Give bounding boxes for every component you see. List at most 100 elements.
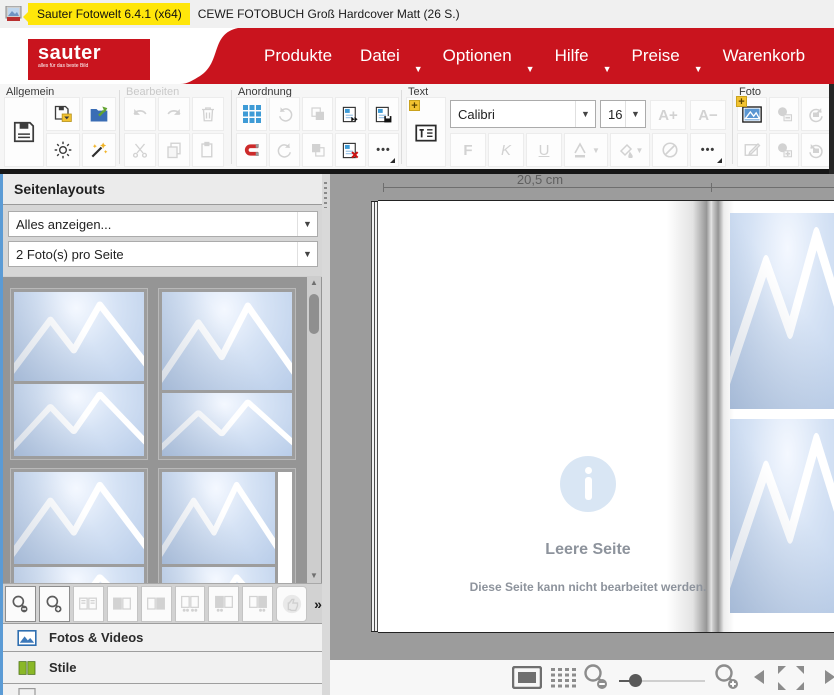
accordion-stile[interactable]: Stile bbox=[0, 651, 322, 683]
menu-datei[interactable]: Datei bbox=[346, 40, 414, 72]
accordion-next-partial[interactable] bbox=[0, 683, 322, 695]
send-to-back-button bbox=[302, 133, 333, 167]
chevron-down-icon: ▼ bbox=[526, 64, 535, 74]
partial-icon bbox=[17, 687, 37, 695]
photo-zoom-in-button bbox=[769, 133, 799, 167]
chevron-down-icon: ▼ bbox=[603, 64, 612, 74]
underline-button: U bbox=[526, 133, 562, 167]
arrangement-more-button[interactable]: ••• bbox=[368, 133, 399, 167]
decrease-font-button: A− bbox=[690, 100, 726, 130]
panel-title: Seitenlayouts bbox=[14, 181, 105, 197]
right-page[interactable] bbox=[718, 200, 834, 633]
layout-filter-left-button bbox=[107, 586, 138, 622]
bold-button: F bbox=[450, 133, 486, 167]
menu-preise[interactable]: Preise bbox=[618, 40, 694, 72]
delete-button bbox=[192, 97, 224, 131]
styles-book-icon bbox=[17, 660, 37, 676]
single-page-view-button[interactable] bbox=[512, 666, 542, 694]
panel-accordion: Fotos & Videos Stile bbox=[0, 623, 322, 695]
app-version-badge: Sauter Fotowelt 6.4.1 (x64) bbox=[28, 3, 190, 25]
grid-toggle-button[interactable] bbox=[236, 97, 267, 131]
layout-filter-both-button bbox=[73, 586, 104, 622]
scroll-up-icon[interactable]: ▲ bbox=[307, 276, 321, 290]
logo-text: sauter bbox=[38, 43, 150, 63]
corner-expand-icon bbox=[390, 158, 395, 163]
accordion-fotos-videos[interactable]: Fotos & Videos bbox=[0, 623, 322, 651]
zoom-slider-knob[interactable] bbox=[629, 674, 642, 687]
font-family-select[interactable]: Calibri ▼ bbox=[450, 100, 596, 128]
plus-badge-icon: + bbox=[736, 96, 747, 107]
photo-placeholder[interactable] bbox=[730, 213, 834, 409]
font-color-button: ▼ bbox=[564, 133, 608, 167]
bring-to-front-button bbox=[302, 97, 333, 131]
cut-button bbox=[124, 133, 156, 167]
add-photo-button[interactable]: + bbox=[737, 97, 767, 131]
remove-layout-button[interactable] bbox=[335, 133, 366, 167]
photo-placeholder bbox=[14, 292, 144, 381]
window-edge bbox=[829, 84, 834, 174]
plus-badge-icon: + bbox=[409, 100, 420, 111]
section-label: Allgemein bbox=[4, 84, 116, 97]
layout-thumbnail[interactable] bbox=[158, 468, 296, 583]
layout-pages-both-button bbox=[175, 586, 206, 622]
scrollbar-thumb[interactable] bbox=[309, 294, 319, 334]
layout-thumbnail[interactable] bbox=[10, 288, 148, 460]
assistant-wand-button[interactable] bbox=[82, 133, 116, 167]
grid-view-button[interactable] bbox=[551, 668, 577, 693]
panel-accent-line bbox=[0, 174, 3, 695]
app-window: Sauter Fotowelt 6.4.1 (x64) CEWE FOTOBUC… bbox=[0, 0, 834, 695]
font-size-select[interactable]: 16 ▼ bbox=[600, 100, 646, 128]
save-as-button[interactable] bbox=[46, 97, 80, 131]
titlebar: Sauter Fotowelt 6.4.1 (x64) CEWE FOTOBUC… bbox=[0, 0, 834, 28]
italic-button: K bbox=[488, 133, 524, 167]
chevron-down-icon: ▼ bbox=[575, 101, 595, 127]
next-page-button[interactable] bbox=[825, 670, 834, 684]
save-button[interactable] bbox=[4, 97, 44, 167]
menu-warenkorb[interactable]: Warenkorb bbox=[709, 40, 820, 72]
view-controls-bar bbox=[330, 660, 834, 695]
section-label: Foto bbox=[737, 84, 834, 97]
menu-hilfe[interactable]: Hilfe bbox=[541, 40, 603, 72]
zoom-out-button[interactable] bbox=[582, 663, 610, 695]
photos-per-page-select[interactable]: 2 Foto(s) pro Seite ▼ bbox=[8, 241, 318, 267]
book-canvas: 20,5 cm Leere Seite Diese Seite kann nic… bbox=[330, 174, 834, 695]
settings-button[interactable] bbox=[46, 133, 80, 167]
accordion-label: Fotos & Videos bbox=[49, 630, 143, 645]
open-export-button[interactable] bbox=[82, 97, 116, 131]
apply-layout-all-button[interactable] bbox=[335, 97, 366, 131]
layout-white-margin bbox=[278, 472, 292, 583]
menu-optionen[interactable]: Optionen bbox=[429, 40, 526, 72]
photo-placeholder[interactable] bbox=[730, 419, 834, 613]
layout-thumbnail[interactable] bbox=[10, 468, 148, 583]
panel-splitter[interactable] bbox=[322, 174, 330, 695]
left-page[interactable]: Leere Seite Diese Seite kann nicht bearb… bbox=[378, 200, 706, 633]
thumbnails-scrollbar[interactable]: ▲ ▼ bbox=[307, 276, 321, 583]
previous-page-button[interactable] bbox=[754, 670, 764, 684]
layout-category-select[interactable]: Alles anzeigen... ▼ bbox=[8, 211, 318, 237]
sauter-logo[interactable]: sauter alles für das beste Bild bbox=[28, 39, 150, 80]
logo-area: sauter alles für das beste Bild bbox=[0, 28, 250, 84]
layout-thumbnail[interactable] bbox=[158, 288, 296, 460]
app-icon bbox=[5, 6, 22, 22]
save-layout-button[interactable] bbox=[368, 97, 399, 131]
fullscreen-button[interactable] bbox=[776, 664, 806, 695]
zoom-in-button[interactable] bbox=[713, 663, 741, 695]
menu-produkte[interactable]: Produkte bbox=[250, 40, 346, 72]
seitenlayouts-panel: Seitenlayouts Alles anzeigen... ▼ 2 Foto… bbox=[0, 174, 322, 695]
empty-page-message: Diese Seite kann nicht bearbeitet werden… bbox=[438, 580, 738, 594]
photo-placeholder bbox=[162, 472, 275, 564]
main-menubar: sauter alles für das beste Bild Produkte… bbox=[0, 28, 834, 84]
layout-pages-left-button bbox=[208, 586, 239, 622]
thumbs-zoom-out-button[interactable] bbox=[5, 586, 36, 622]
favorite-layout-button bbox=[276, 586, 307, 622]
chevron-down-icon: ▼ bbox=[625, 101, 645, 127]
thumbs-zoom-in-button[interactable] bbox=[39, 586, 70, 622]
snap-magnet-button[interactable] bbox=[236, 133, 267, 167]
section-bearbeiten: Bearbeiten bbox=[124, 84, 228, 169]
layout-tools-row: » bbox=[0, 583, 322, 623]
add-textbox-button[interactable]: + bbox=[406, 97, 446, 167]
photo-placeholder bbox=[14, 567, 144, 583]
scroll-down-icon[interactable]: ▼ bbox=[307, 569, 321, 583]
text-more-button[interactable]: ••• bbox=[690, 133, 726, 167]
tools-overflow-button[interactable]: » bbox=[314, 596, 322, 612]
